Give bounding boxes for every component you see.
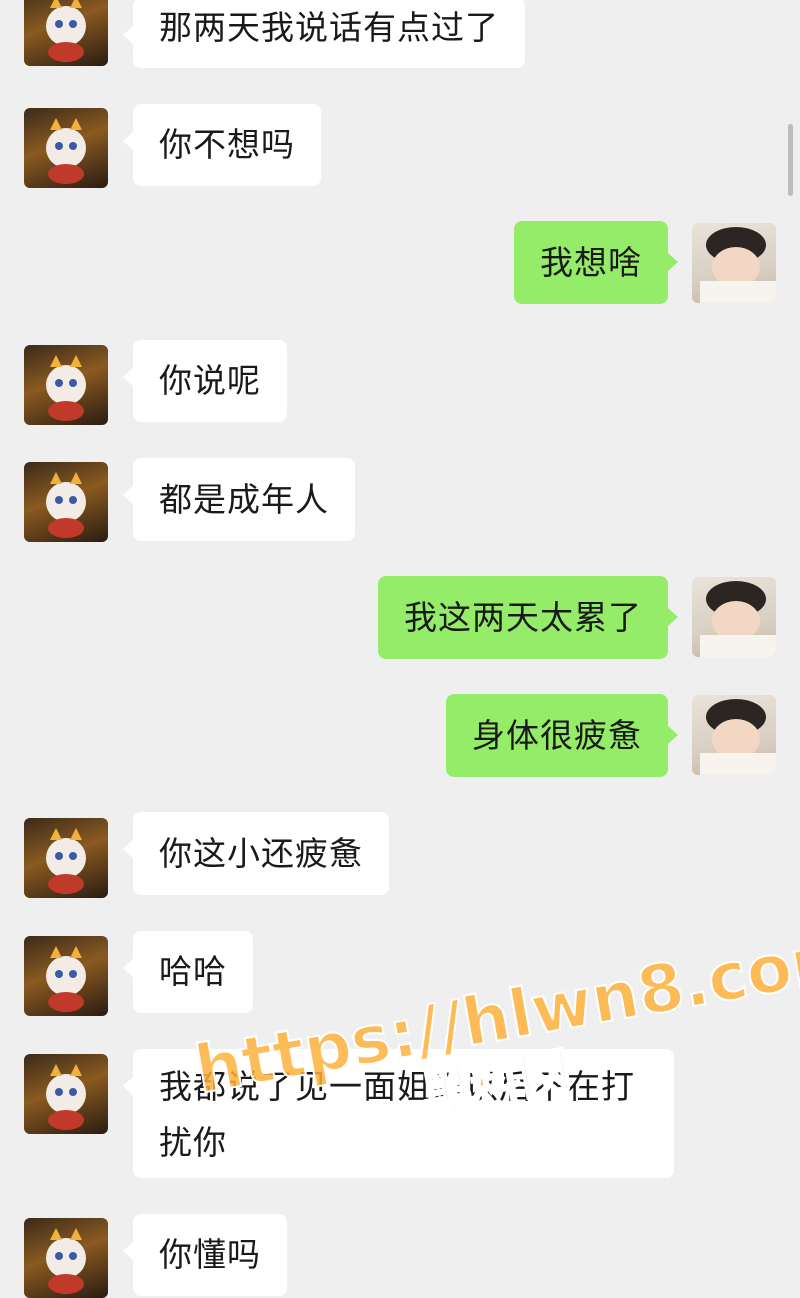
contact-avatar[interactable] xyxy=(24,818,108,898)
contact-avatar[interactable] xyxy=(24,345,108,425)
outgoing-message-bubble[interactable]: 我这两天太累了 xyxy=(378,576,678,659)
self-avatar[interactable] xyxy=(692,577,776,657)
self-avatar[interactable] xyxy=(692,695,776,775)
outgoing-message-bubble[interactable]: 身体很疲惫 xyxy=(446,694,678,777)
self-avatar[interactable] xyxy=(692,223,776,303)
contact-avatar[interactable] xyxy=(24,1218,108,1298)
contact-avatar[interactable] xyxy=(24,936,108,1016)
contact-avatar[interactable] xyxy=(24,1054,108,1134)
incoming-message-bubble[interactable]: 都是成年人 xyxy=(123,458,355,541)
contact-avatar[interactable] xyxy=(24,0,108,66)
incoming-message-bubble[interactable]: 哈哈 xyxy=(123,931,253,1013)
incoming-message-bubble[interactable]: 你说呢 xyxy=(123,340,287,422)
contact-avatar[interactable] xyxy=(24,108,108,188)
incoming-message-bubble[interactable]: 我都说了见一面姐姐以后不在打扰你 xyxy=(123,1049,674,1178)
incoming-message-bubble[interactable]: 你懂吗 xyxy=(123,1214,287,1296)
incoming-message-bubble[interactable]: 你这小还疲惫 xyxy=(123,812,389,895)
incoming-message-bubble[interactable]: 你不想吗 xyxy=(123,104,321,186)
incoming-message-bubble[interactable]: 那两天我说话有点过了 xyxy=(123,0,525,68)
outgoing-message-bubble[interactable]: 我想啥 xyxy=(514,221,678,304)
scrollbar-thumb[interactable] xyxy=(788,124,793,196)
contact-avatar[interactable] xyxy=(24,462,108,542)
